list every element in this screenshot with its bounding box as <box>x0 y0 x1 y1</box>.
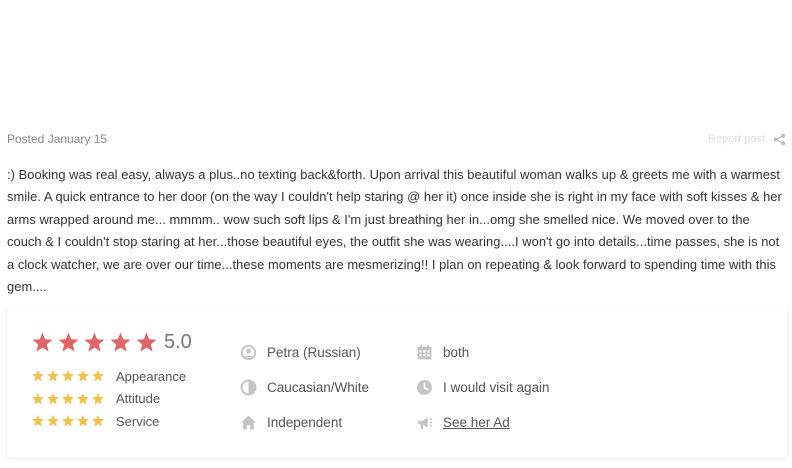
star-icon <box>61 370 75 382</box>
category-rating-row: Appearance <box>31 365 192 388</box>
see-her-ad-link[interactable]: See her Ad <box>443 415 510 430</box>
star-icon <box>61 392 75 405</box>
star-icon <box>91 392 105 405</box>
verdict-value: I would visit again <box>443 380 550 395</box>
star-icon <box>61 415 75 427</box>
category-stars <box>31 369 115 383</box>
star-icon <box>32 331 53 352</box>
review-actions: Report post <box>708 133 786 146</box>
star-icon <box>31 392 45 405</box>
details-column-2: both I would visit again See her Ad <box>416 335 550 440</box>
clock-icon <box>417 380 432 395</box>
overall-rating: 5.0 <box>31 328 192 356</box>
house-icon <box>241 415 256 430</box>
review-body: :) Booking was real easy, always a plus.… <box>7 167 782 295</box>
star-icon <box>91 370 105 382</box>
star-icon <box>46 415 60 427</box>
review-summary-card: 5.0 Appearance Attitude Service Petra (Rus… <box>7 306 787 458</box>
posted-date: Posted January 15 <box>7 132 108 146</box>
detail-service-mode: both <box>416 335 550 370</box>
detail-type: Independent <box>240 405 369 440</box>
category-stars <box>31 392 115 406</box>
provider-name: Petra (Russian) <box>267 345 361 360</box>
category-label: Appearance <box>116 368 187 384</box>
provider-type: Independent <box>267 415 343 430</box>
detail-ethnicity: Caucasian/White <box>240 370 369 405</box>
person-icon <box>240 344 257 361</box>
calendar-icon <box>417 345 432 360</box>
star-icon <box>76 415 90 427</box>
service-mode-value: both <box>443 345 470 360</box>
star-icon <box>91 415 105 427</box>
star-icon <box>76 370 90 382</box>
star-icon <box>46 370 60 382</box>
star-icon <box>31 370 45 382</box>
star-icon <box>31 415 45 427</box>
megaphone-icon <box>418 417 433 429</box>
star-icon <box>110 331 131 352</box>
contrast-icon <box>240 379 257 396</box>
share-icon[interactable] <box>773 133 786 146</box>
report-post-link[interactable]: Report post <box>708 133 765 145</box>
overall-stars <box>31 331 158 354</box>
ratings-block: 5.0 Appearance Attitude Service <box>31 328 192 433</box>
review-page: Posted January 15 Report post :) Booking… <box>0 0 792 468</box>
review-meta: Posted January 15 Report post <box>7 130 786 148</box>
details-column-1: Petra (Russian) Caucasian/White Independ… <box>240 335 369 440</box>
category-label: Attitude <box>116 391 161 407</box>
overall-score: 5.0 <box>164 330 192 353</box>
category-label: Service <box>116 413 160 429</box>
category-ratings: Appearance Attitude Service <box>31 365 192 433</box>
star-icon <box>58 331 79 352</box>
star-icon <box>46 392 60 405</box>
category-rating-row: Service <box>31 410 192 433</box>
category-stars <box>31 414 115 428</box>
detail-verdict: I would visit again <box>416 370 550 405</box>
ethnicity-value: Caucasian/White <box>267 380 370 395</box>
star-icon <box>76 392 90 405</box>
category-rating-row: Attitude <box>31 388 192 411</box>
star-icon <box>84 331 105 352</box>
star-icon <box>136 331 157 352</box>
detail-name: Petra (Russian) <box>240 335 369 370</box>
detail-ad: See her Ad <box>416 405 550 440</box>
